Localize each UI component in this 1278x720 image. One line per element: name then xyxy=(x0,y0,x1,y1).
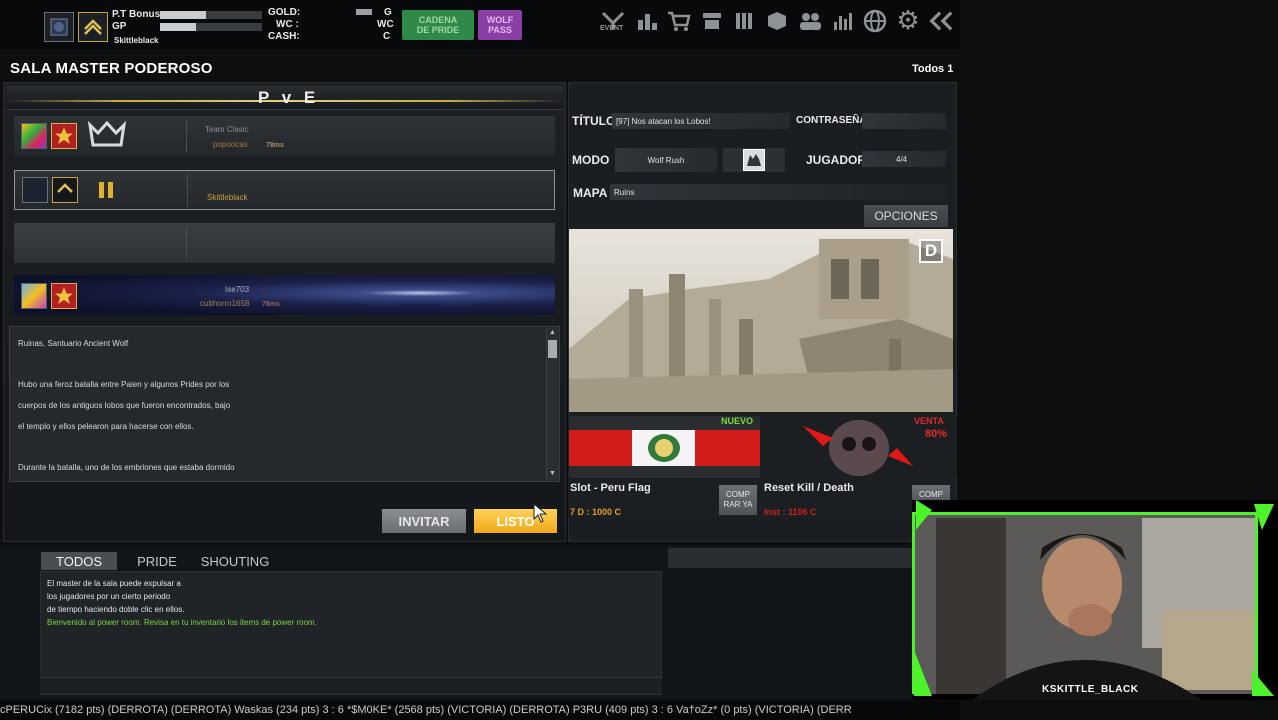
room-title: SALA MASTER PODEROSO xyxy=(10,60,213,77)
inventory-icon[interactable] xyxy=(699,8,725,34)
map-description: Ruinas, Santuario Ancient Wolf Hubo una … xyxy=(9,326,560,482)
desc-line: Durante la batalla, uno de los embriones… xyxy=(18,463,235,472)
slot-ping: 78ms xyxy=(262,301,280,308)
bonus-bar xyxy=(160,11,262,19)
tab-shouting[interactable]: SHOUTING xyxy=(196,552,274,570)
mode-banner-label: P v E xyxy=(258,88,320,107)
discount-tag: 80% xyxy=(925,428,948,440)
desc-line: Ruinas, Santuario Ancient Wolf xyxy=(18,339,129,348)
map-field[interactable]: Ruins xyxy=(610,184,946,200)
back-arrow-icon[interactable] xyxy=(928,8,954,34)
title-field[interactable]: [97] Nos atacan los Lobos! xyxy=(612,113,790,129)
options-button[interactable]: OPCIONES xyxy=(864,205,948,227)
tab-todos[interactable]: TODOS xyxy=(41,552,117,570)
username: Skittleblack xyxy=(114,36,159,45)
difficulty-badge: D xyxy=(919,239,943,263)
box-icon[interactable] xyxy=(764,8,790,34)
clan-emblem-icon xyxy=(22,177,48,203)
shop-item-price: Inst : 1106 C xyxy=(764,507,817,517)
gold-label: GOLD: xyxy=(268,7,301,18)
wc-value: WC xyxy=(377,19,394,30)
mouse-cursor-icon xyxy=(533,502,549,523)
scroll-up-icon[interactable]: ▲ xyxy=(548,329,557,337)
password-label: CONTRASEÑA xyxy=(796,115,867,126)
mode-icon-box[interactable] xyxy=(723,148,785,172)
wc-label: WC : xyxy=(276,19,299,30)
match-results-ticker: cPERUCix (7182 pts) (DERROTA) (DERROTA) … xyxy=(0,701,960,720)
buy-now-button[interactable]: COMP RAR YA xyxy=(719,485,757,515)
clan-emblem-icon[interactable] xyxy=(44,12,74,42)
player-slot-1[interactable]: Team Clasic popoocas 78ms xyxy=(14,116,555,156)
currency-icon xyxy=(356,9,372,15)
mode-field[interactable]: Wolf Rush xyxy=(615,148,717,172)
slot-player-name: Ise703 xyxy=(225,285,250,294)
desc-line: el templo y ellos pelearon para hacerse … xyxy=(18,422,194,431)
shop-item-price: 7 D : 1000 C xyxy=(570,507,622,517)
chat-line: los jugadores por un cierto periodo xyxy=(47,592,171,601)
wolf-pass-button[interactable]: WOLF PASS xyxy=(478,10,522,40)
slot-player-name: popoocas xyxy=(213,140,248,149)
slot-player-sub: cubhorro1658 xyxy=(200,299,250,308)
title-label: TÍTULO xyxy=(572,114,616,128)
rank-star-icon xyxy=(51,283,77,309)
webcam-overlay: KSKITTLE_BLACK xyxy=(912,500,1278,700)
player-slot-4[interactable]: Ise703 cubhorro1658 78ms xyxy=(14,275,555,315)
cadena-de-pride-button[interactable]: CADENA DE PRIDE xyxy=(402,10,474,40)
player-slot-2[interactable]: Skittleblack xyxy=(14,170,555,210)
slot-team: Team Clasic xyxy=(205,125,249,134)
shop-card-peru-flag[interactable]: NUEVO Slot - Peru Flag 7 D : 1000 C COMP… xyxy=(568,414,761,518)
cash-label: CASH: xyxy=(268,31,300,42)
chat-line: de tiempo haciendo doble clic en ellos. xyxy=(47,605,185,614)
password-field[interactable] xyxy=(862,113,946,129)
scroll-thumb[interactable] xyxy=(548,340,557,358)
webcam-video xyxy=(912,500,1274,700)
pause-icon xyxy=(97,181,115,199)
webcam-name-label: KSKITTLE_BLACK xyxy=(1042,684,1139,695)
slot-ping: 78ms xyxy=(266,142,284,149)
chat-side-header xyxy=(668,548,912,568)
new-tag: NUEVO xyxy=(721,416,754,426)
rank-star-icon xyxy=(51,123,77,149)
clan-badge-icon xyxy=(21,123,47,149)
shop-item-name: Slot - Peru Flag xyxy=(570,482,651,494)
crown-icon xyxy=(84,119,130,153)
slot-player-name: Skittleblack xyxy=(207,193,248,202)
map-label: MAPA xyxy=(573,186,608,200)
sale-tag: VENTA xyxy=(914,416,944,426)
gp-bar xyxy=(160,23,262,31)
chat-line: Bienvenido al power room. Revisa en tu i… xyxy=(47,618,317,627)
friends-icon[interactable] xyxy=(797,8,823,34)
description-scrollbar[interactable]: ▲ ▼ xyxy=(546,328,558,480)
gp-label: GP xyxy=(112,21,127,32)
wolf-icon xyxy=(743,149,765,171)
mode-label: MODO xyxy=(572,153,610,167)
desc-line: Hubo una feroz batalla entre Paien y alg… xyxy=(18,380,230,389)
tab-pride[interactable]: PRIDE xyxy=(120,552,194,570)
rank-icon[interactable] xyxy=(78,12,108,42)
gold-value: G xyxy=(384,7,392,18)
rank-icon xyxy=(52,177,78,203)
scroll-down-icon[interactable]: ▼ xyxy=(548,470,557,478)
clan-icon[interactable] xyxy=(731,8,757,34)
invite-button[interactable]: INVITAR xyxy=(382,509,466,533)
room-player-count: Todos 1 xyxy=(912,63,954,75)
chat-line: El master de la sala puede expulsar a xyxy=(47,579,181,588)
shop-item-name: Reset Kill / Death xyxy=(764,482,854,494)
globe-icon[interactable] xyxy=(862,8,888,34)
event-label: EVENT xyxy=(600,25,624,32)
player-count-field: 4/4 xyxy=(862,151,946,167)
ranking-icon[interactable] xyxy=(634,8,660,34)
gear-icon[interactable]: ⚙ xyxy=(895,5,921,35)
clan-badge-icon xyxy=(21,283,47,309)
player-name: P.T Bonus xyxy=(112,9,161,20)
cash-value: C xyxy=(383,31,391,42)
map-preview-image: D xyxy=(569,229,953,412)
player-label: JUGADOR xyxy=(806,153,867,167)
chat-input[interactable] xyxy=(40,677,662,693)
player-slot-3-empty[interactable] xyxy=(14,223,555,263)
top-hud: P.T Bonus GP Skittleblack GOLD: WC : CAS… xyxy=(0,0,960,50)
shop-cart-icon[interactable] xyxy=(666,8,692,34)
desc-line: cuerpos de los antiguos lobos que fueron… xyxy=(18,401,231,410)
stats-icon[interactable] xyxy=(829,8,855,34)
